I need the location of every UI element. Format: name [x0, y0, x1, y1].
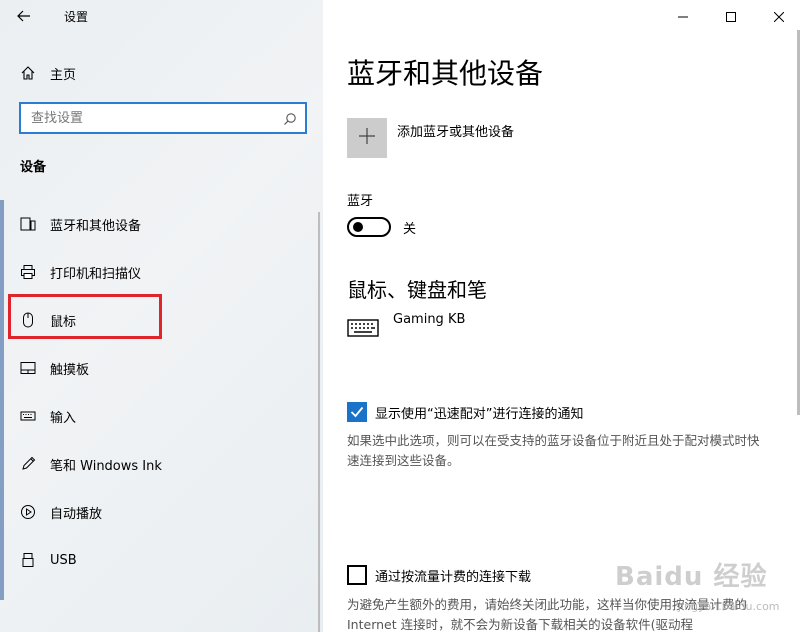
sidebar-item-pen[interactable]: 笔和 Windows Ink [0, 440, 323, 488]
keyboard-icon [20, 408, 36, 424]
printer-icon [20, 264, 36, 280]
home-icon [20, 65, 36, 81]
maximize-button[interactable] [707, 0, 755, 32]
page-title: 蓝牙和其他设备 [347, 57, 544, 90]
sidebar-item-usb[interactable]: USB [0, 536, 323, 584]
keyboard-device-icon [347, 312, 379, 344]
sidebar-item-label: 笔和 Windows Ink [50, 458, 162, 474]
metered-download-label: 通过按流量计费的连接下载 [375, 569, 532, 585]
bluetooth-label: 蓝牙 [347, 194, 374, 209]
sidebar-item-input[interactable]: 输入 [0, 392, 323, 440]
sidebar-item-label: 蓝牙和其他设备 [50, 218, 142, 234]
touchpad-icon [20, 360, 36, 376]
mouse-highlight-box [8, 294, 162, 339]
settings-content: 蓝牙和其他设备 添加蓝牙或其他设备 蓝牙 关 鼠标、键盘和笔 Gaming KB… [323, 0, 803, 632]
device-name: Gaming KB [393, 312, 466, 327]
search-input[interactable] [21, 104, 271, 132]
toggle-knob [353, 222, 363, 232]
bluetooth-state-text: 关 [403, 221, 417, 237]
home-label: 主页 [50, 67, 77, 83]
sidebar-item-autoplay[interactable]: 自动播放 [0, 488, 323, 536]
maximize-icon [726, 7, 736, 26]
swift-pair-option[interactable]: 显示使用“迅速配对”进行连接的通知 [347, 402, 583, 422]
minimize-icon [678, 7, 688, 26]
section-title-devices: 设备 [20, 160, 47, 175]
sidebar-item-touchpad[interactable]: 触摸板 [0, 344, 323, 392]
sidebar-nav-list: 蓝牙和其他设备 打印机和扫描仪 鼠标 触摸板 输入 笔和 Windows Ink… [0, 200, 323, 584]
search-icon[interactable] [283, 111, 297, 125]
checkmark-icon [350, 403, 364, 422]
baidu-watermark-url: jingyan.baidu.com [678, 600, 780, 613]
metered-download-option[interactable]: 通过按流量计费的连接下载 [347, 565, 531, 585]
sidebar-scrollbar[interactable] [318, 212, 320, 632]
section-title-input-devices: 鼠标、键盘和笔 [347, 278, 487, 302]
search-box[interactable] [19, 102, 307, 134]
sidebar-item-home[interactable]: 主页 [0, 56, 323, 90]
pen-icon [20, 456, 36, 472]
baidu-watermark: Baidu 经验 [615, 562, 768, 592]
add-tile [347, 118, 387, 158]
bluetooth-toggle-row: 关 [347, 217, 416, 237]
sidebar-item-bluetooth[interactable]: 蓝牙和其他设备 [0, 200, 323, 248]
swift-pair-description: 如果选中此选项，则可以在受支持的蓝牙设备位于附近且处于配对模式时快速连接到这些设… [347, 433, 760, 468]
add-device-label: 添加蓝牙或其他设备 [397, 125, 515, 140]
sidebar-item-printers[interactable]: 打印机和扫描仪 [0, 248, 323, 296]
minimize-button[interactable] [659, 0, 707, 32]
swift-pair-checkbox[interactable] [347, 402, 367, 422]
sidebar-item-label: USB [50, 552, 77, 568]
sidebar-item-label: 触摸板 [50, 362, 90, 378]
back-button[interactable] [0, 0, 48, 32]
back-arrow-icon [17, 7, 31, 26]
autoplay-icon [20, 504, 36, 520]
plus-icon [359, 128, 375, 148]
content-scrollbar[interactable] [797, 30, 800, 415]
add-device-button[interactable]: 添加蓝牙或其他设备 [347, 118, 514, 158]
bluetooth-toggle[interactable] [347, 217, 391, 237]
bluetooth-devices-icon [20, 216, 36, 232]
device-item[interactable]: Gaming KB [347, 312, 465, 344]
swift-pair-label: 显示使用“迅速配对”进行连接的通知 [375, 406, 584, 422]
close-button[interactable] [755, 0, 803, 32]
close-icon [773, 7, 785, 26]
sidebar-item-label: 打印机和扫描仪 [50, 266, 142, 282]
window-title: 设置 [64, 9, 89, 24]
usb-icon [20, 552, 36, 568]
sidebar-item-label: 输入 [50, 410, 77, 426]
window-controls [659, 0, 803, 32]
sidebar-item-label: 自动播放 [50, 506, 103, 522]
metered-download-checkbox[interactable] [347, 565, 367, 585]
settings-sidebar: 设置 主页 设备 蓝牙和其他设备 打印机和扫描仪 [0, 0, 323, 632]
sidebar-titlebar: 设置 [0, 0, 323, 32]
